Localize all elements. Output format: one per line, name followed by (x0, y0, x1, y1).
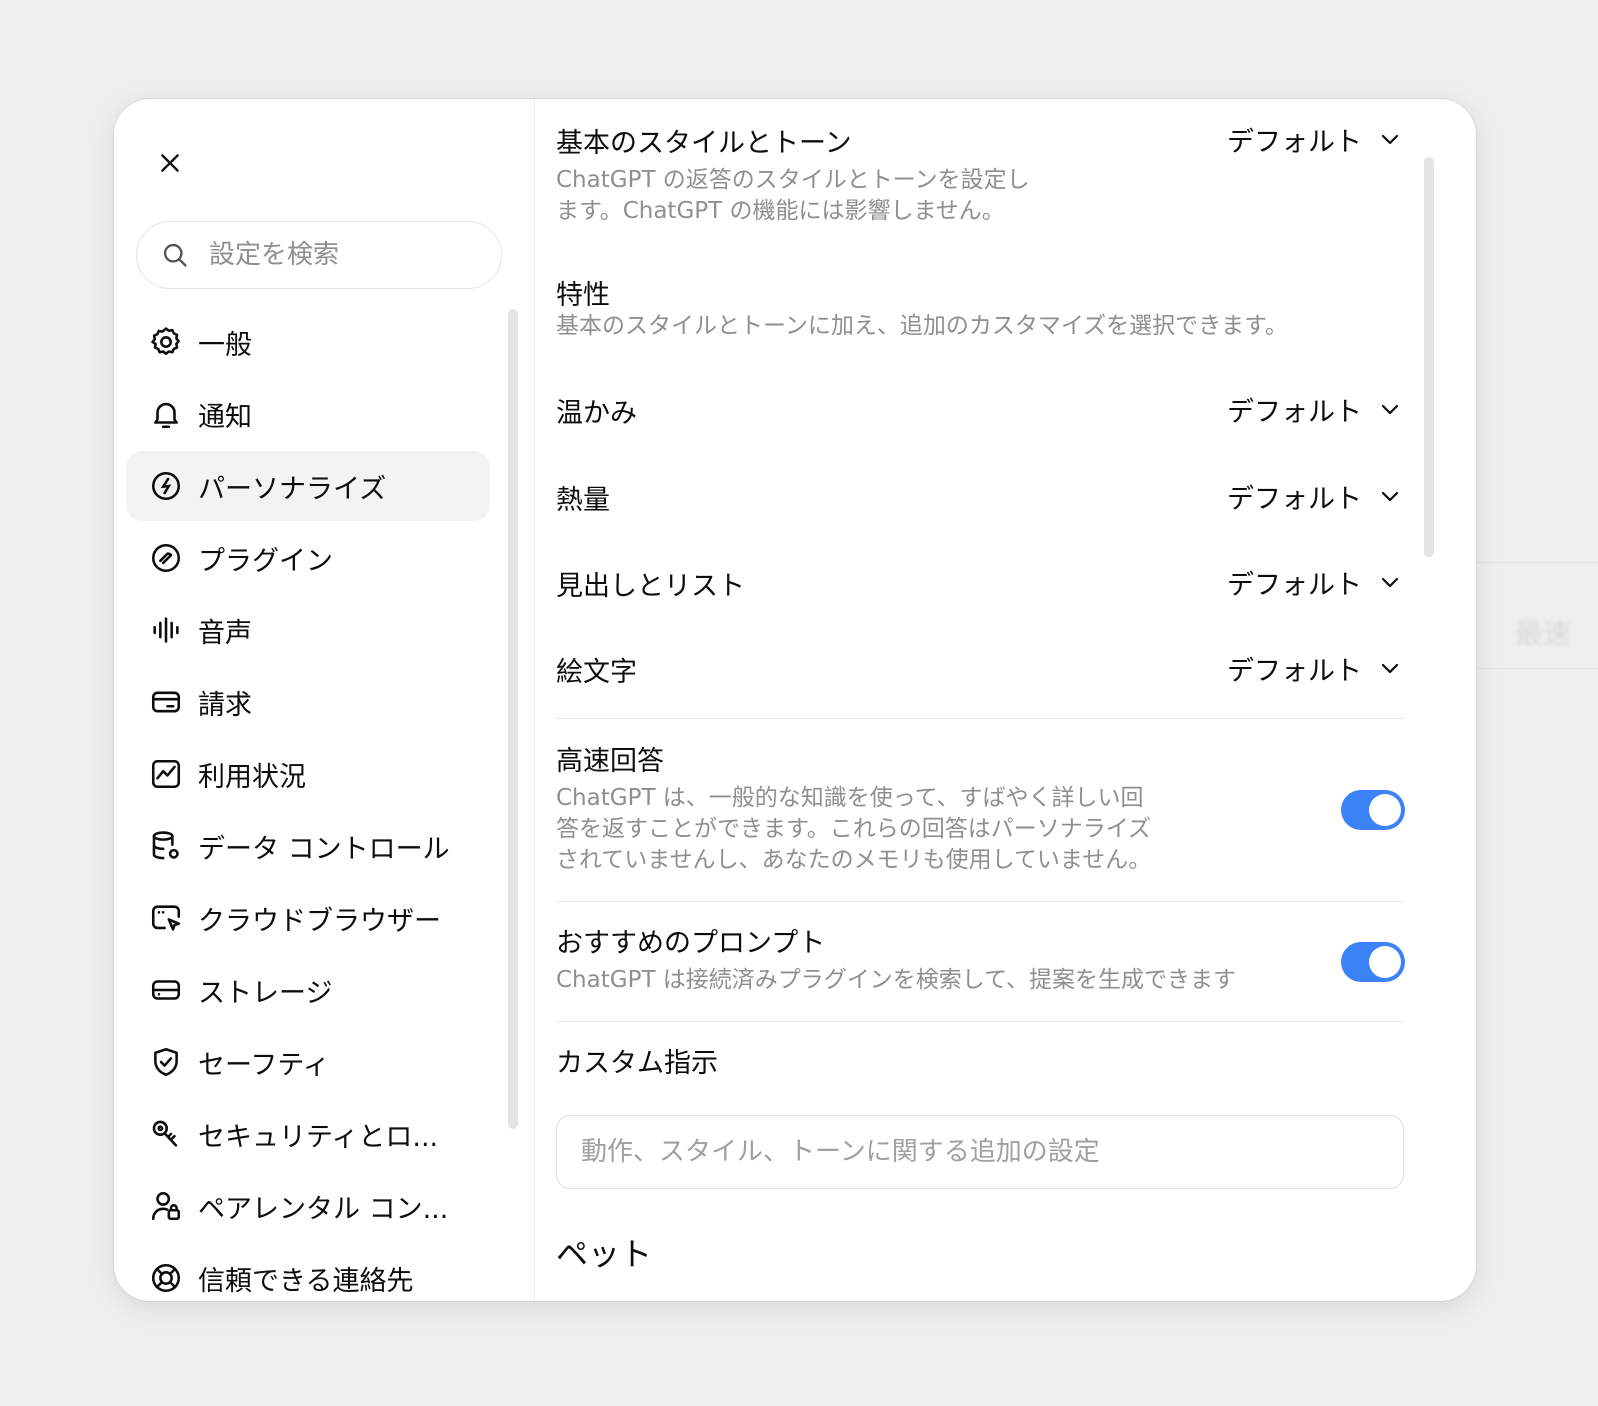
fast-answers-toggle[interactable] (1341, 790, 1405, 830)
chevron-down-icon (1381, 577, 1399, 588)
gear-icon (148, 324, 184, 360)
sidebar-item-label: 音声 (198, 617, 252, 649)
trait-emoji-dropdown[interactable]: デフォルト (1176, 646, 1402, 690)
trait-headers-lists-dropdown[interactable]: デフォルト (1176, 560, 1402, 604)
bell-icon (148, 396, 184, 432)
browser-cursor-icon (148, 900, 184, 936)
drive-icon (148, 972, 184, 1008)
settings-search[interactable] (136, 221, 502, 289)
sidebar-item-usage[interactable]: 利用状況 (126, 739, 490, 809)
sidebar-item-notifications[interactable]: 通知 (126, 379, 490, 449)
section-divider (556, 718, 1404, 719)
sidebar-item-label: パーソナライズ (198, 473, 387, 505)
close-button[interactable] (142, 135, 198, 191)
chevron-down-icon (1381, 663, 1399, 674)
section-divider (556, 1021, 1404, 1022)
dropdown-value: デフォルト (1227, 126, 1362, 158)
personalize-icon (148, 468, 184, 504)
trait-enthusiasm-label: 熱量 (556, 485, 610, 516)
sidebar-item-trusted-contacts[interactable]: 信頼できる連絡先 (126, 1243, 490, 1301)
trait-headers-lists-label: 見出しとリスト (556, 571, 745, 602)
sidebar-item-label: セキュリティとロ... (198, 1121, 439, 1153)
card-icon (148, 684, 184, 720)
sidebar-item-label: 利用状況 (198, 761, 306, 793)
lifebuoy-icon (148, 1260, 184, 1296)
toggle-knob (1369, 946, 1401, 978)
base-style-title: 基本のスタイルとトーン (556, 128, 852, 159)
voice-wave-icon (148, 612, 184, 648)
custom-instructions-input[interactable] (556, 1115, 1404, 1189)
fast-answers-description-2: 答を返すことができます。これらの回答はパーソナライズ (556, 816, 1152, 842)
sidebar-item-label: 通知 (198, 401, 252, 433)
search-input[interactable] (207, 239, 481, 271)
fast-answers-description-3: されていませんし、あなたのメモリも使用していません。 (556, 847, 1152, 873)
section-divider (556, 901, 1404, 902)
background-blurred-text: 最速 (1515, 617, 1572, 650)
sidebar-item-security[interactable]: セキュリティとロ... (126, 1099, 490, 1169)
content-scrollbar[interactable] (1424, 157, 1434, 557)
sidebar-item-label: ストレージ (198, 977, 333, 1009)
sidebar-item-storage[interactable]: ストレージ (126, 955, 490, 1025)
dropdown-value: デフォルト (1227, 569, 1362, 601)
background-divider (1470, 562, 1598, 563)
sidebar-item-cloud-browser[interactable]: クラウドブラウザー (126, 883, 490, 953)
custom-instructions-title: カスタム指示 (556, 1048, 718, 1079)
background-divider (1470, 668, 1598, 669)
base-style-description-1: ChatGPT の返答のスタイルとトーンを設定し (556, 167, 1030, 193)
sidebar-item-plugins[interactable]: プラグイン (126, 523, 490, 593)
sidebar-item-label: ペアレンタル コン... (198, 1193, 449, 1225)
chevron-down-icon (1381, 134, 1399, 145)
close-icon (161, 154, 179, 172)
suggested-prompts-title: おすすめのプロンプト (556, 928, 826, 959)
shield-check-icon (148, 1044, 184, 1080)
suggested-prompts-toggle[interactable] (1341, 942, 1405, 982)
sidebar-item-general[interactable]: 一般 (126, 307, 490, 377)
toggle-knob (1369, 794, 1401, 826)
settings-sidebar: 一般 通知 パーソナライズ プラグイン (114, 99, 535, 1301)
key-icon (148, 1116, 184, 1152)
dropdown-value: デフォルト (1227, 396, 1362, 428)
sidebar-scrollbar[interactable] (508, 309, 518, 1129)
sidebar-item-label: データ コントロール (198, 833, 450, 865)
suggested-prompts-description: ChatGPT は接続済みプラグインを検索して、提案を生成できます (556, 967, 1236, 993)
search-icon (163, 243, 187, 267)
database-gear-icon (148, 828, 184, 864)
traits-description: 基本のスタイルとトーンに加え、追加のカスタマイズを選択できます。 (556, 313, 1288, 339)
dropdown-value: デフォルト (1227, 483, 1362, 515)
sidebar-item-safety[interactable]: セーフティ (126, 1027, 490, 1097)
sidebar-item-personalize[interactable]: パーソナライズ (126, 451, 490, 521)
sidebar-item-label: 請求 (198, 689, 252, 721)
sidebar-item-label: 信頼できる連絡先 (198, 1265, 414, 1297)
trait-warmth-dropdown[interactable]: デフォルト (1176, 387, 1402, 431)
traits-title: 特性 (556, 280, 610, 311)
sidebar-item-parental-controls[interactable]: ペアレンタル コン... (126, 1171, 490, 1241)
fast-answers-description-1: ChatGPT は、一般的な知識を使って、すばやく詳しい回 (556, 785, 1144, 811)
sidebar-item-label: プラグイン (198, 545, 333, 577)
trait-enthusiasm-dropdown[interactable]: デフォルト (1176, 474, 1402, 518)
sidebar-item-data-controls[interactable]: データ コントロール (126, 811, 490, 881)
sidebar-item-billing[interactable]: 請求 (126, 667, 490, 737)
chart-icon (148, 756, 184, 792)
sidebar-item-label: セーフティ (198, 1049, 330, 1081)
sidebar-item-label: クラウドブラウザー (198, 905, 441, 937)
chevron-down-icon (1381, 491, 1399, 502)
settings-nav: 一般 通知 パーソナライズ プラグイン 音声 請求 利用状況 データ コントロー… (126, 307, 490, 1301)
dropdown-value: デフォルト (1227, 655, 1362, 687)
user-lock-icon (148, 1188, 184, 1224)
pets-title: ペット (556, 1235, 653, 1273)
trait-emoji-label: 絵文字 (556, 657, 637, 688)
base-style-description-2: ます。ChatGPT の機能には影響しません。 (556, 198, 1005, 224)
trait-warmth-label: 温かみ (556, 398, 637, 429)
fast-answers-title: 高速回答 (556, 746, 664, 777)
chevron-down-icon (1381, 404, 1399, 415)
plugin-icon (148, 540, 184, 576)
sidebar-item-label: 一般 (198, 329, 252, 361)
base-style-dropdown[interactable]: デフォルト (1176, 117, 1402, 161)
sidebar-item-voice[interactable]: 音声 (126, 595, 490, 665)
settings-modal: 一般 通知 パーソナライズ プラグイン (114, 99, 1476, 1301)
settings-content: 基本のスタイルとトーン ChatGPT の返答のスタイルとトーンを設定し ます。… (556, 99, 1436, 1301)
